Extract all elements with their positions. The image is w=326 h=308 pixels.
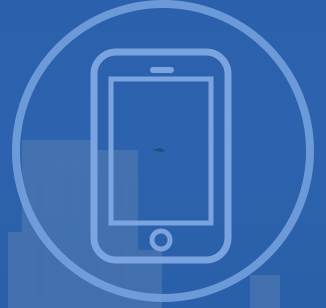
smartphone-icon — [90, 48, 232, 264]
mobile-icon-graphic — [0, 0, 326, 308]
